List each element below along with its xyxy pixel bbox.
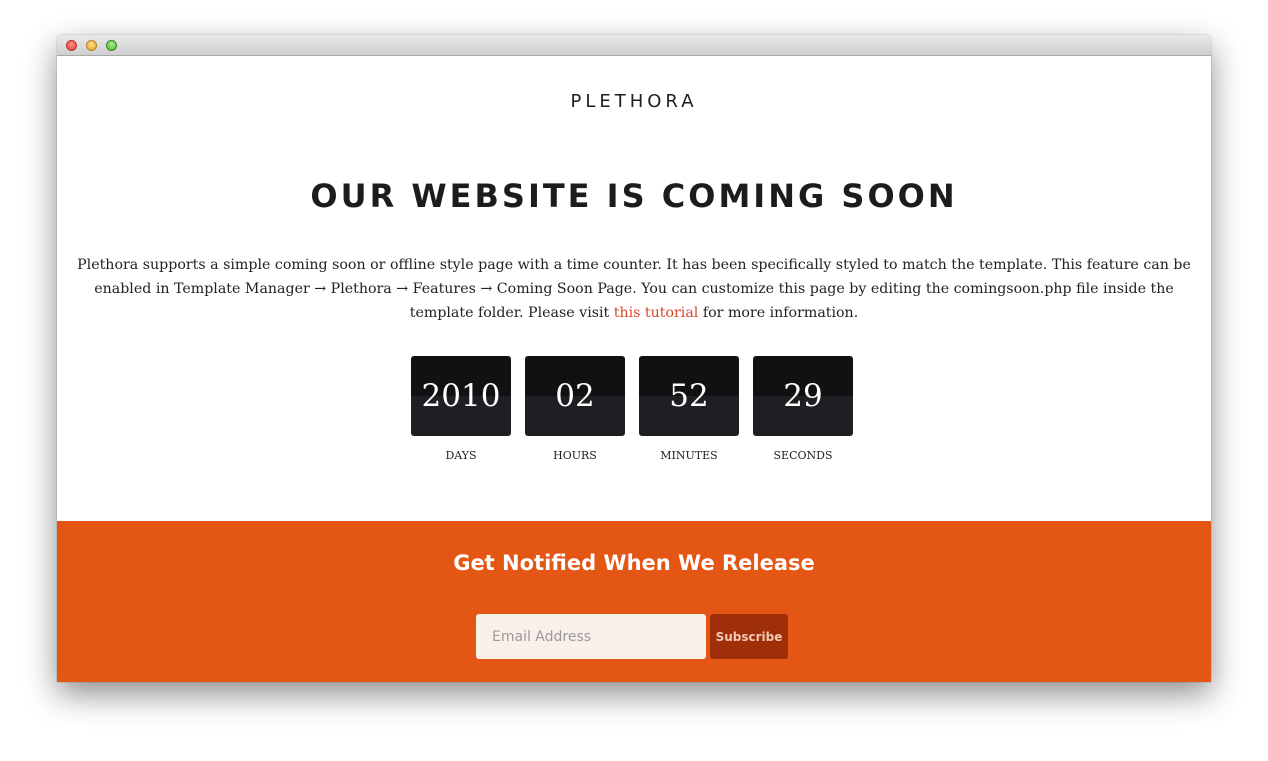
intro-text-after: for more information. [698,305,859,321]
tutorial-link[interactable]: this tutorial [614,305,699,321]
site-logo[interactable]: PLETHORA [57,91,1211,112]
countdown-hours-label: HOURS [553,449,597,462]
window-titlebar [57,35,1211,56]
close-icon[interactable] [66,40,77,51]
notify-section: Get Notified When We Release Subscribe [57,521,1211,682]
countdown-hours-value: 02 [525,356,625,436]
countdown-hours: 02 HOURS [525,356,625,462]
subscribe-button[interactable]: Subscribe [710,614,788,659]
countdown-seconds-label: SECONDS [773,449,833,462]
minimize-icon[interactable] [86,40,97,51]
page-content: PLETHORA OUR WEBSITE IS COMING SOON Plet… [57,57,1211,682]
email-field[interactable] [476,614,706,659]
countdown-days-label: DAYS [445,449,477,462]
countdown-seconds: 29 SECONDS [753,356,853,462]
intro-paragraph: Plethora supports a simple coming soon o… [63,253,1205,325]
countdown-seconds-value: 29 [753,356,853,436]
zoom-icon[interactable] [106,40,117,51]
countdown-minutes-value: 52 [639,356,739,436]
browser-window: PLETHORA OUR WEBSITE IS COMING SOON Plet… [57,35,1211,682]
countdown-minutes: 52 MINUTES [639,356,739,462]
page-title: OUR WEBSITE IS COMING SOON [310,177,958,215]
countdown-days: 2010 DAYS [411,356,511,462]
notify-title: Get Notified When We Release [453,551,815,575]
countdown-days-value: 2010 [411,356,511,436]
countdown-minutes-label: MINUTES [660,449,718,462]
